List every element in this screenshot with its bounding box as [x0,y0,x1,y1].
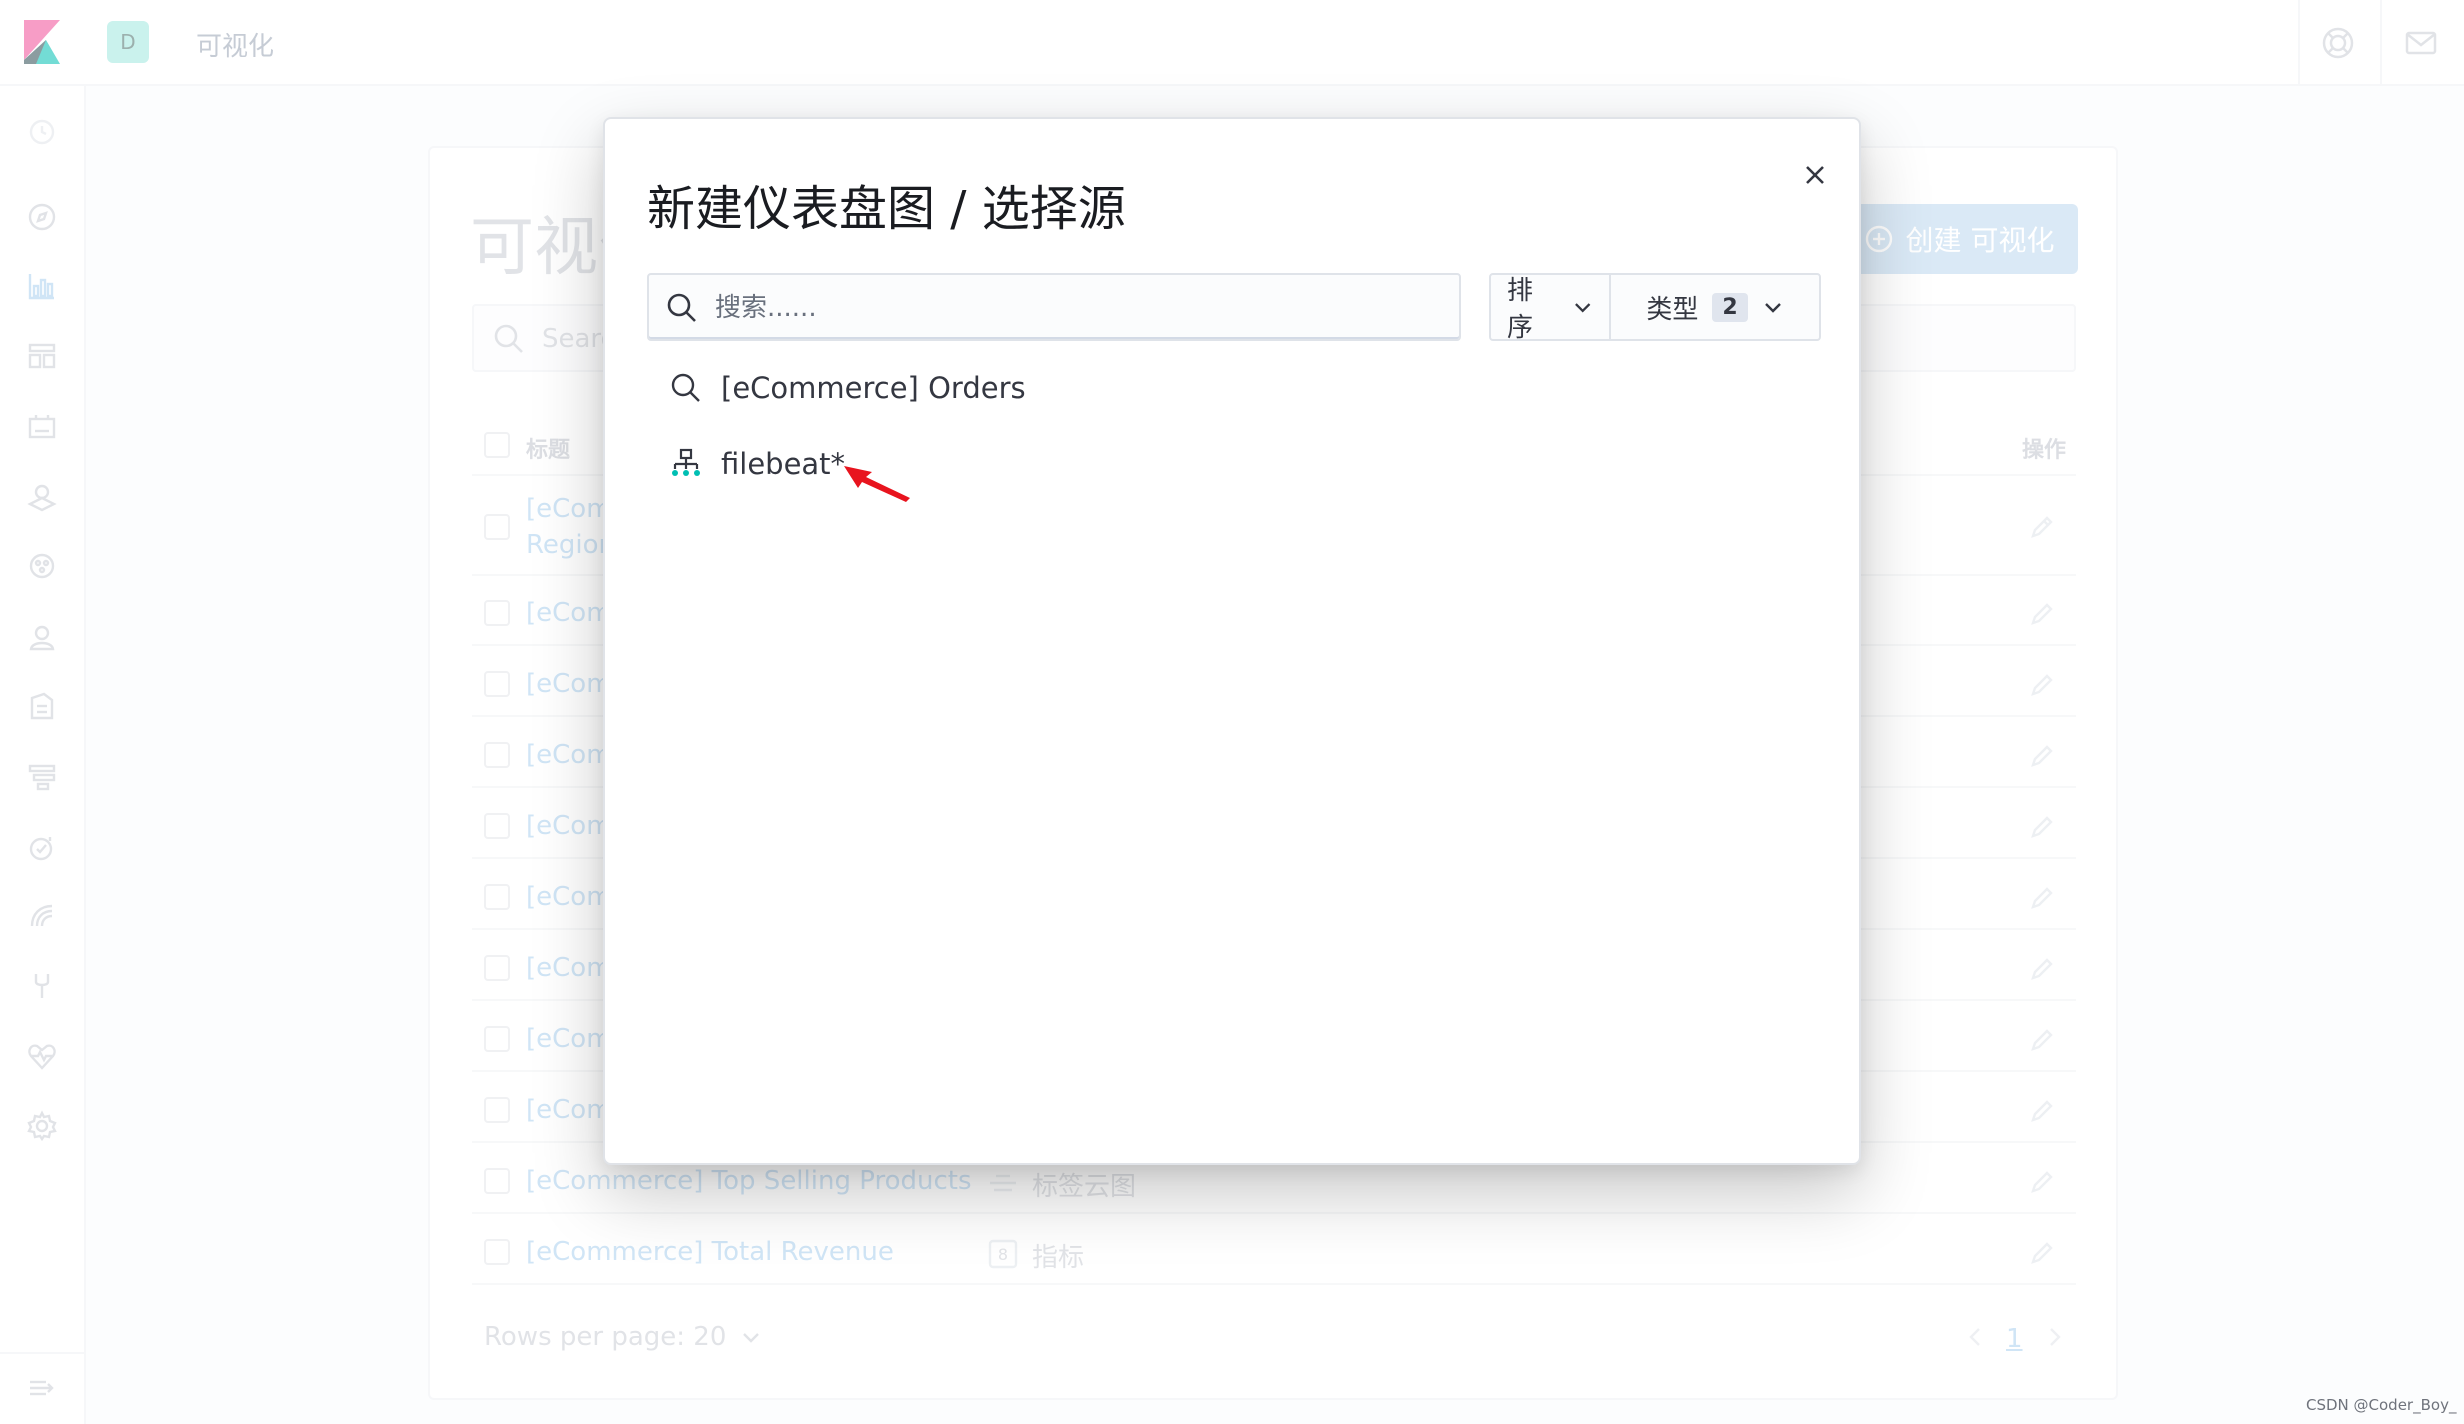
chevron-down-icon [1764,303,1781,313]
source-search-field[interactable] [647,273,1461,341]
search-icon [667,293,696,322]
new-visualization-source-modal: 新建仪表盘图 / 选择源 排序 类型 2 [eCommerce] Orders [603,117,1861,1165]
saved-search-icon [671,373,700,402]
source-result-item[interactable]: [eCommerce] Orders [669,363,1026,413]
source-result-item[interactable]: filebeat* [669,439,845,489]
type-filter-button[interactable]: 类型 2 [1611,275,1819,339]
red-arrow-annotation-icon [844,466,910,502]
filter-button-group: 排序 类型 2 [1489,273,1821,343]
modal-title: 新建仪表盘图 / 选择源 [647,181,1126,237]
chevron-down-icon [1574,303,1590,313]
source-search-input[interactable] [715,287,1435,329]
sort-label: 排序 [1507,276,1534,343]
sort-button[interactable]: 排序 [1491,275,1611,343]
type-label: 类型 [1646,294,1699,325]
source-result-label: filebeat* [721,447,846,481]
type-count-badge: 2 [1712,292,1748,322]
index-pattern-icon [672,448,700,476]
source-result-label: [eCommerce] Orders [721,371,1026,405]
close-icon[interactable] [1795,155,1835,195]
watermark: CSDN @Coder_Boy_ [2306,1396,2457,1414]
